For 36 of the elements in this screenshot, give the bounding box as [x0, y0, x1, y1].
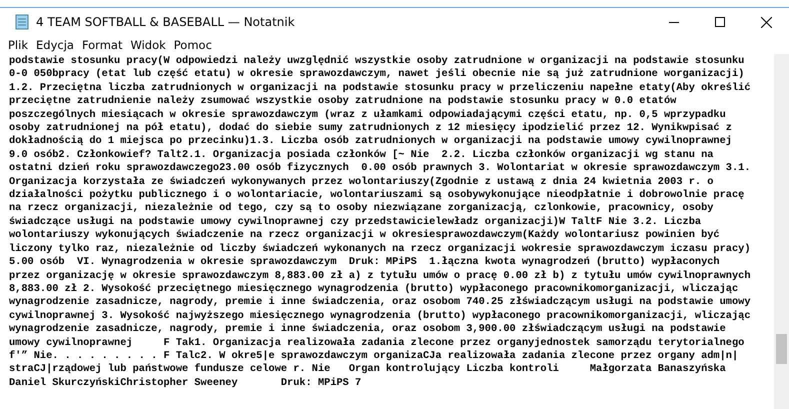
- text-line: f'” Nie. . . . . . . . . F Talc2. W okre5|e sprawozdawczym organizaCJa realizowała zadania zlecone przez organy adm|n|: [9, 350, 738, 363]
- text-line: 5.00 osób VI. Wynagrodzenia w okresie sprawozdawczym Druk: MPiPS 1.łączna kwota wynagrodzeń (brutto) wypłaconych: [9, 256, 720, 270]
- menu-item[interactable]: Format: [78, 38, 126, 52]
- text-line: osoby zatrudnionej na pół etatu), dodać do siebie sumy zatrudnionych z 12 miesięcy ipodzielić przez 12. Wynikwpisać z: [9, 122, 732, 136]
- menu-item[interactable]: Pomoc: [170, 38, 216, 52]
- menu-item[interactable]: Edycja: [32, 38, 78, 52]
- maximize-icon[interactable]: [715, 17, 725, 27]
- text-line: dokładnością do 1 miejsca po przecinku)1.3. Liczba osób zatrudnionych w organizacji na podstawie umowy cywilnoprawnej: [9, 135, 732, 149]
- menu-item[interactable]: Plik: [4, 38, 32, 52]
- menu-item[interactable]: Widok: [126, 38, 170, 52]
- text-line: liczony tylko raz, niezależnie od liczby świadczeń wykonanych na rzecz organizacji wokresie sprawozdawczym iczasu pracy): [9, 242, 750, 256]
- text-line: działalności pożytku publicznego i o wolontariacie, wolontariuszami są osobywykonujące nieodpłatnie i dobrowolnie pracę: [9, 189, 744, 202]
- text-line: przez organizację w okresie sprawozdawczym 8,883.00 zł a) z tytułu umów o pracę 0.00 zł b) z tytułu umów cywilnoprawnych: [9, 270, 750, 283]
- scrollbar-thumb[interactable]: [776, 334, 787, 364]
- text-line: podstawie stosunku pracy(W odpowiedzi należy uwzględnić wszystkie osoby zatrudnione w organizacji na podstawie stosunku: [9, 55, 744, 68]
- text-line: cywilnoprawnej 3. Wysokość najwyższego miesięcznego wynagrodzenia (brutto) wypłaconego pracownikomorganizacji, wliczając: [9, 310, 750, 324]
- text-line: 1.2. Przeciętna liczba zatrudnionych w organizacji na podstawie stosunku pracy w przeliczeniu napełne etaty(Aby określić: [9, 82, 750, 96]
- text-line: Organizacja korzystała ze świadczeń wykonywanych przez wolontariuszy(Zgodnie z ustawą z dnia 24 kwietnia 2003 r. o: [9, 176, 714, 190]
- text-line: wynagrodzenie zasadnicze, nagrody, premie i inne świadczenia, oraz osobom 3,900.00 złświadczącym usługi na podstawie: [9, 323, 726, 337]
- text-line: świadczące usługi na podstawie umowy cywilnoprawnej czy przedstawicielewładz organizacji)W TaltF Nie 3.2. Liczba: [9, 216, 702, 230]
- text-line: wynagrodzenie zasadnicze, nagrody, premie i inne świadczenia, oraz osobom 740.25 złświadczącym usługi na podstawie umowy: [9, 296, 750, 310]
- close-icon[interactable]: [760, 16, 772, 28]
- text-line: ostatni dzień roku sprawozdawczego23.00 osób fizycznych 0.00 osób prawnych 3. Wolontariat w okresie sprawozdawczym 3.1.: [9, 162, 750, 176]
- text-line: poszczególnych miesiącach w okresie sprawozdawczym (wraz z ułamkami odpowiadającymi części etatu, np. 0,5 wprzypadku: [9, 108, 726, 122]
- text-line: przeciętne zatrudnienie należy zsumować wszystkie osoby zatrudnione na podstawie stosunku pracy w 0.0 etatów: [9, 95, 676, 109]
- text-line: wolontariuszy wykonujących świadczenie na rzecz organizacji w okresiesprawozdawczym(Każdy wolontariusz powinien być: [9, 229, 720, 243]
- text-line: umowy cywilnoprawnej F Tak1. Organizacja realizowała zadania zlecone przez organyjednostek samorządu terytorialnego: [9, 336, 744, 350]
- text-line: 0-0 050bpracy (etat lub część etatu) w okresie sprawozdawczym, nawet jeśli obecnie nie są już zatrudnione worganizacji): [9, 68, 744, 82]
- text-line: 9.0 osób2. Członkowief? Talt2.1. Organizacja posiada członków [~ Nie 2.2. Liczba członków organizacji wg stanu na: [9, 148, 714, 162]
- text-line: 8,883.00 zł 2. Wysokość przeciętnego miesięcznego wynagrodzenia (brutto) wypłaconego pracownikomorganizacji, wliczając: [9, 282, 738, 296]
- text-line: Daniel SkurczyńskiChristopher Sweeney Druk: MPiPS 7: [9, 376, 362, 390]
- window-title: 4 TEAM SOFTBALL & BASEBALL — Notatnik: [36, 15, 296, 29]
- scrollbar[interactable]: [774, 54, 789, 409]
- text-line: straCJ|rządowej lub państwowe fundusze celowe r. Nie Organ kontrolujący Liczba kontroli Małgorzata Banaszyńska: [9, 363, 726, 377]
- text-line: na rzecz organizacji, niezależnie od tego, czy są to osoby niezwiązane zorganizacją, czlonkowie, pracownicy, osoby: [9, 202, 714, 216]
- notepad-icon: [14, 14, 30, 30]
